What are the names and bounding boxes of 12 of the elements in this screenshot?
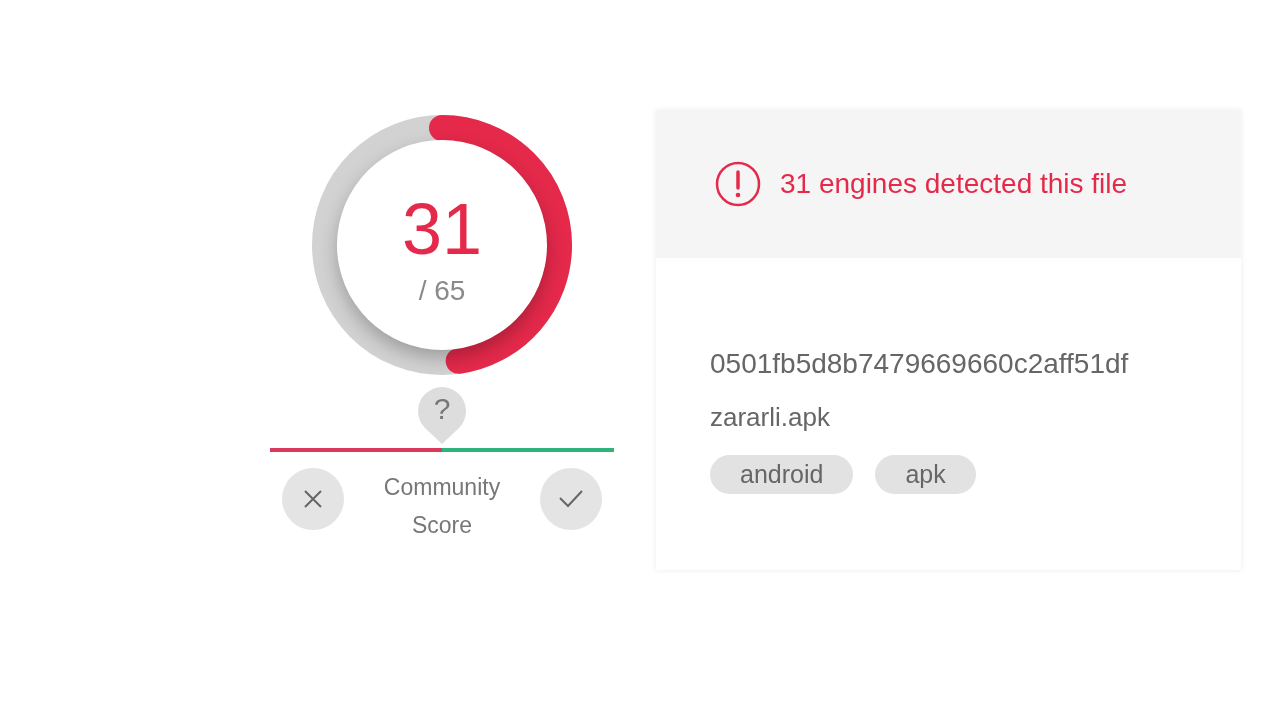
detection-message: 31 engines detected this file xyxy=(780,168,1128,200)
detection-count: 31 xyxy=(401,193,483,265)
community-score-label: Community Score xyxy=(382,473,502,540)
alert-icon xyxy=(714,160,762,208)
check-icon xyxy=(558,489,584,509)
score-marker: ? xyxy=(417,386,467,444)
tag: android xyxy=(710,455,854,494)
file-hash: 0501fb5d8b7479669660c2aff51df xyxy=(710,348,1130,380)
close-icon xyxy=(302,488,324,510)
tag: apk xyxy=(875,455,976,494)
detection-total: / 65 xyxy=(418,275,466,307)
file-name: zararli.apk xyxy=(710,402,831,433)
